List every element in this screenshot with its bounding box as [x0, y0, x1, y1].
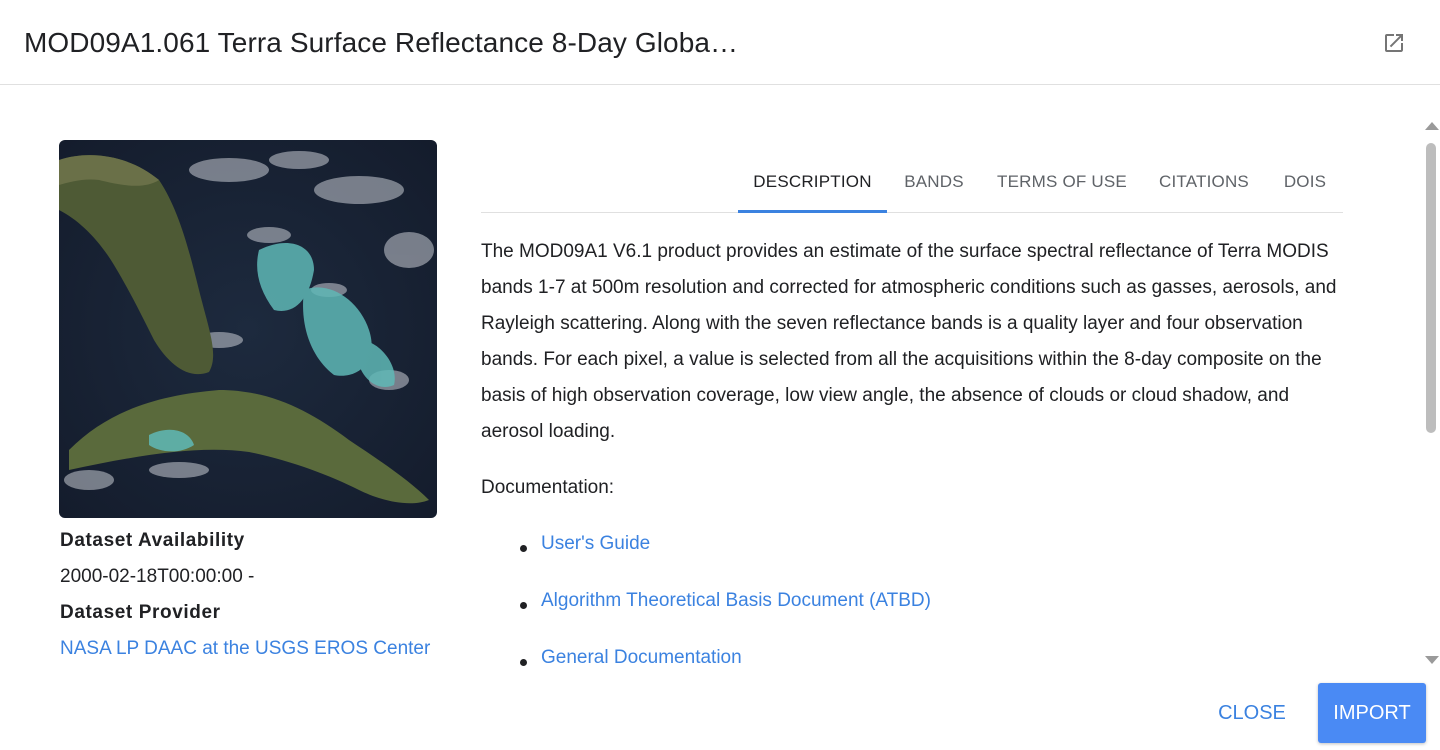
tab-description[interactable]: DESCRIPTION [738, 152, 887, 213]
dialog-header: MOD09A1.061 Terra Surface Reflectance 8-… [0, 0, 1440, 85]
import-button[interactable]: IMPORT [1318, 683, 1426, 743]
scrollbar-thumb[interactable] [1426, 143, 1436, 433]
tab-dois[interactable]: DOIS [1265, 152, 1345, 212]
scroll-down-arrow-icon[interactable] [1425, 656, 1439, 664]
bullet-icon [520, 602, 527, 609]
bullet-icon [520, 659, 527, 666]
dialog-title: MOD09A1.061 Terra Surface Reflectance 8-… [24, 27, 739, 58]
availability-value: 2000-02-18T00:00:00 - [60, 566, 255, 587]
atbd-link[interactable]: Algorithm Theoretical Basis Document (AT… [541, 590, 931, 612]
bullet-icon [520, 545, 527, 552]
documentation-label: Documentation: [481, 477, 615, 498]
description-text: The MOD09A1 V6.1 product provides an est… [481, 241, 1337, 442]
dataset-thumbnail [59, 140, 437, 518]
availability-label: Dataset Availability [60, 530, 245, 551]
tab-bands[interactable]: BANDS [887, 152, 981, 212]
close-button[interactable]: CLOSE [1206, 689, 1298, 737]
provider-link[interactable]: NASA LP DAAC at the USGS EROS Center [60, 638, 430, 660]
open-in-new-icon[interactable] [1382, 31, 1406, 55]
provider-label: Dataset Provider [60, 602, 221, 623]
scroll-up-arrow-icon[interactable] [1425, 122, 1439, 130]
scrollbar[interactable] [1422, 116, 1440, 672]
general-documentation-link[interactable]: General Documentation [541, 647, 742, 669]
tab-bar: DESCRIPTION BANDS TERMS OF USE CITATIONS… [481, 152, 1343, 213]
dataset-sidebar: Dataset Availability 2000-02-18T00:00:00… [59, 140, 459, 659]
tab-terms-of-use[interactable]: TERMS OF USE [981, 152, 1143, 212]
tab-citations[interactable]: CITATIONS [1143, 152, 1265, 212]
users-guide-link[interactable]: User's Guide [541, 533, 650, 555]
